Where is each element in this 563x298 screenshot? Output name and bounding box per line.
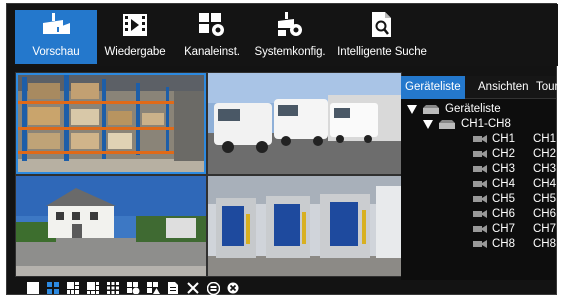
main-toolbar: Vorschau Wiedergabe Kanaleinst. Systemko… — [7, 4, 558, 66]
tree-device-label: CH1-CH8 — [461, 118, 511, 130]
video-channel-3[interactable] — [16, 176, 206, 276]
channel-name: CH4 — [492, 178, 516, 190]
channel-alias: CH2 — [533, 148, 557, 160]
quad-view-icon[interactable] — [45, 281, 61, 295]
camera-icon — [473, 150, 487, 158]
channel-name: CH2 — [492, 148, 516, 160]
toolbar-item-kanaleinst[interactable]: Kanaleinst. — [177, 10, 247, 64]
channel-name: CH7 — [492, 223, 516, 235]
video-grid — [15, 72, 402, 277]
device-group-icon — [423, 104, 439, 114]
camera-icon — [473, 195, 487, 203]
six-view-icon[interactable] — [65, 281, 81, 295]
device-panel: Geräteliste Ansichten Tour Geräteliste C… — [401, 76, 558, 280]
toolbar-label: Intelligente Suche — [337, 46, 427, 58]
camera-icon — [473, 210, 487, 218]
channel-alias: CH3 — [533, 163, 557, 175]
toolbar-label: Vorschau — [32, 46, 80, 58]
smart-search-icon — [369, 10, 395, 40]
toolbar-item-wiedergabe[interactable]: Wiedergabe — [101, 10, 169, 64]
tree-device[interactable]: CH1-CH8 — [423, 117, 511, 131]
recorder-icon — [439, 119, 455, 129]
close-all-icon[interactable] — [225, 281, 241, 295]
channel-row[interactable]: CH2 CH2 — [473, 147, 557, 161]
system-config-camera-icon — [276, 10, 304, 40]
channel-name: CH1 — [492, 133, 516, 145]
play-film-icon — [122, 10, 148, 40]
video-channel-1[interactable] — [16, 73, 206, 174]
camera-icon — [473, 165, 487, 173]
channel-row[interactable]: CH8 CH8 — [473, 237, 557, 251]
camera-icon — [473, 225, 487, 233]
channel-name: CH6 — [492, 208, 516, 220]
eight-view-icon[interactable] — [85, 281, 101, 295]
channel-name: CH3 — [492, 163, 516, 175]
toolbar-label: Wiedergabe — [104, 46, 166, 58]
video-channel-2[interactable] — [208, 73, 401, 174]
toolbar-item-intelligente-suche[interactable]: Intelligente Suche — [333, 10, 431, 64]
channel-alias: CH5 — [533, 193, 557, 205]
toolbar-label: Systemkonfig. — [254, 46, 326, 58]
fullscreen-icon[interactable] — [185, 281, 201, 295]
camera-icon — [473, 180, 487, 188]
document-icon[interactable] — [165, 281, 181, 295]
channel-alias: CH6 — [533, 208, 557, 220]
app-window: Vorschau Wiedergabe Kanaleinst. Systemko… — [6, 3, 558, 296]
view-layout-bar — [15, 280, 402, 296]
channel-alias: CH8 — [533, 238, 557, 250]
channel-alias: CH4 — [533, 178, 557, 190]
tab-tour[interactable]: Tour — [536, 76, 558, 99]
toolbar-item-vorschau[interactable]: Vorschau — [15, 10, 97, 64]
toolbar-label: Kanaleinst. — [184, 46, 240, 58]
channel-row[interactable]: CH4 CH4 — [473, 177, 557, 191]
tree-root-label: Geräteliste — [445, 103, 501, 115]
camera-preview-icon — [41, 10, 71, 40]
channel-alias: CH7 — [533, 223, 557, 235]
camera-icon — [473, 135, 487, 143]
camera-icon — [473, 240, 487, 248]
tab-ansichten[interactable]: Ansichten — [478, 76, 529, 99]
single-view-icon[interactable] — [25, 281, 41, 295]
stop-icon[interactable] — [205, 281, 221, 295]
channel-name: CH8 — [492, 238, 516, 250]
sixteen-view-icon[interactable] — [125, 281, 141, 295]
nine-view-icon[interactable] — [105, 281, 121, 295]
channel-row[interactable]: CH6 CH6 — [473, 207, 557, 221]
channel-row[interactable]: CH7 CH7 — [473, 222, 557, 236]
channel-settings-icon — [198, 10, 226, 40]
house-camera-image — [16, 176, 206, 276]
expand-arrow-icon[interactable] — [423, 119, 433, 129]
warehouse-camera-image — [16, 73, 206, 174]
vans-camera-image — [208, 73, 401, 174]
tree-root[interactable]: Geräteliste — [407, 102, 501, 116]
channel-alias: CH1 — [533, 133, 557, 145]
video-channel-4[interactable] — [208, 176, 401, 276]
channel-row[interactable]: CH5 CH5 — [473, 192, 557, 206]
toolbar-item-systemkonfig[interactable]: Systemkonfig. — [250, 10, 330, 64]
channel-row[interactable]: CH3 CH3 — [473, 162, 557, 176]
loading-dock-camera-image — [208, 176, 401, 276]
tab-geraeteliste[interactable]: Geräteliste — [401, 76, 465, 99]
channel-name: CH5 — [492, 193, 516, 205]
panel-tabs: Geräteliste Ansichten Tour — [401, 76, 558, 99]
expand-arrow-icon[interactable] — [407, 104, 417, 114]
channel-row[interactable]: CH1 CH1 — [473, 132, 557, 146]
custom-view-icon[interactable] — [145, 281, 161, 295]
